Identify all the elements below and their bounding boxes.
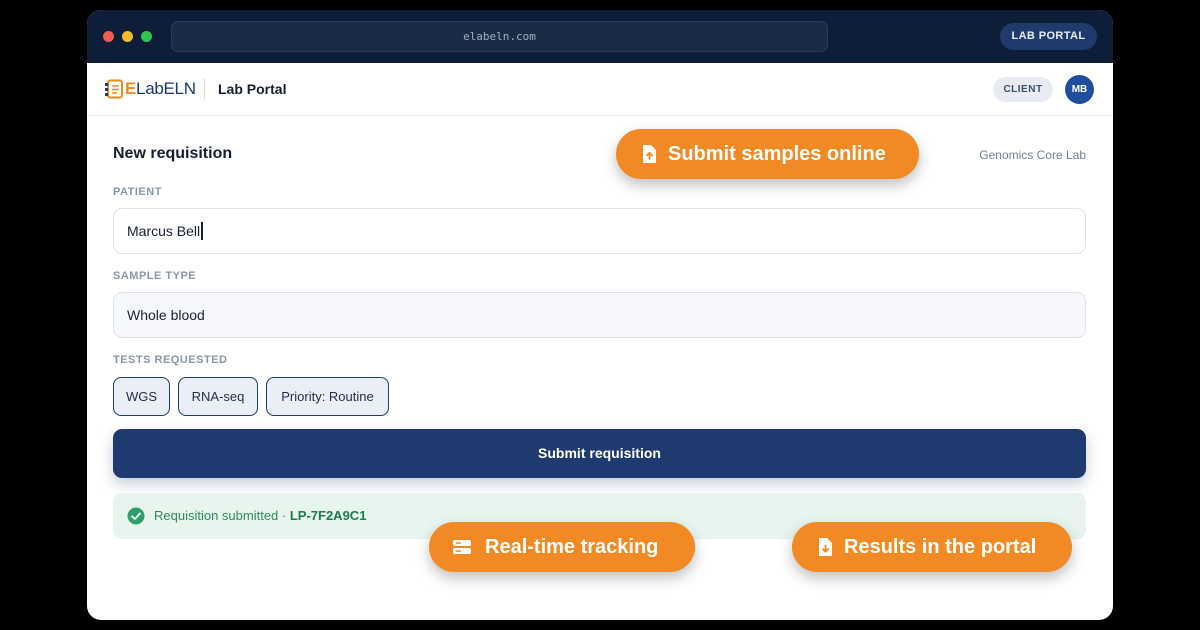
text-caret: [201, 221, 204, 240]
sample-type-label: SAMPLE TYPE: [113, 270, 197, 282]
file-upload-icon: [643, 145, 656, 163]
patient-value: Marcus Bell: [127, 223, 201, 239]
callout-results: Results in the portal: [792, 522, 1072, 572]
logo-letter: E: [125, 79, 137, 98]
success-text: Requisition submitted ·: [154, 508, 290, 523]
maximize-window-button[interactable]: [141, 31, 152, 42]
logo-wordmark: LabELN: [136, 79, 196, 98]
success-message: Requisition submitted · LP-7F2A9C1: [154, 508, 366, 524]
server-list-icon: [453, 540, 471, 554]
test-chip-priority[interactable]: Priority: Routine: [266, 377, 389, 416]
lab-name: Genomics Core Lab: [979, 148, 1086, 162]
callout-tracking: Real-time tracking: [429, 522, 695, 572]
callout-results-text: Results in the portal: [844, 536, 1037, 558]
requisition-code: LP-7F2A9C1: [289, 508, 367, 523]
browser-titlebar: elabeln.com LAB PORTAL: [87, 10, 1113, 63]
lab-portal-badge: LAB PORTAL: [1000, 23, 1097, 50]
app-header: ELabELN Lab Portal CLIENT MB: [87, 63, 1113, 116]
sample-type-value: Whole blood: [127, 307, 205, 323]
check-circle-icon: [127, 507, 145, 525]
test-chip-rna-seq[interactable]: RNA-seq: [178, 377, 258, 416]
callout-submit-text: Submit samples online: [668, 143, 886, 165]
role-badge: CLIENT: [993, 77, 1053, 102]
test-chip-wgs[interactable]: WGS: [113, 377, 170, 416]
brand-logo[interactable]: ELabELN: [125, 79, 196, 99]
header-divider: [204, 78, 205, 100]
notebook-logo-icon: [105, 79, 123, 99]
callout-tracking-text: Real-time tracking: [485, 536, 659, 558]
user-avatar[interactable]: MB: [1065, 75, 1094, 104]
app-title: Lab Portal: [218, 81, 287, 97]
browser-window: elabeln.com LAB PORTAL ELabELN Lab Porta…: [87, 10, 1113, 620]
close-window-button[interactable]: [103, 31, 114, 42]
file-download-icon: [819, 538, 832, 556]
sample-type-input[interactable]: Whole blood: [113, 292, 1086, 338]
tests-label: TESTS REQUESTED: [113, 354, 228, 366]
patient-label: PATIENT: [113, 186, 162, 198]
address-bar[interactable]: elabeln.com: [171, 21, 828, 52]
patient-input[interactable]: Marcus Bell: [113, 208, 1086, 254]
callout-submit-samples: Submit samples online: [616, 129, 919, 179]
form-title: New requisition: [113, 145, 233, 162]
minimize-window-button[interactable]: [122, 31, 133, 42]
submit-requisition-button[interactable]: Submit requisition: [113, 429, 1086, 478]
